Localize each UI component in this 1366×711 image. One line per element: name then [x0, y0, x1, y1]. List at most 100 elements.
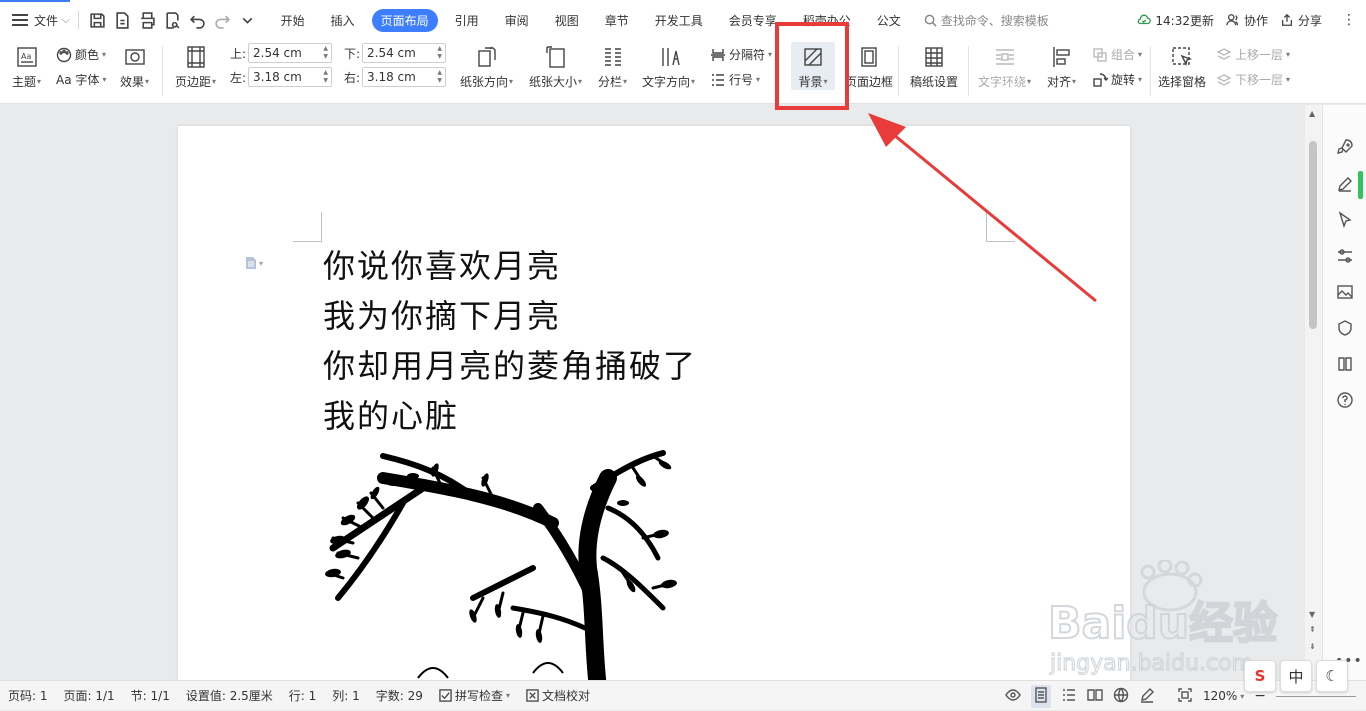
tab-references[interactable]: 引用	[446, 9, 488, 32]
theme-button[interactable]: Aa 主题 ▾	[12, 44, 41, 90]
tab-review[interactable]: 审阅	[496, 9, 538, 32]
spinner-icon[interactable]: ▲ ▼	[437, 69, 442, 85]
collaborate-button[interactable]: 协作	[1226, 12, 1268, 29]
page-number[interactable]: 页码: 1	[0, 687, 56, 704]
send-backward-button[interactable]: 下移一层 ▾	[1216, 71, 1290, 88]
hamburger-icon[interactable]	[12, 14, 28, 26]
image-tool-icon[interactable]	[1335, 282, 1355, 302]
zoom-slider[interactable]	[1276, 695, 1356, 697]
zoom-level[interactable]: 120% ▾	[1203, 689, 1244, 703]
paragraph-options-icon[interactable]: ▾	[245, 256, 263, 270]
collaborate-icon	[1226, 14, 1239, 26]
text-direction-button[interactable]: 文字方向 ▾	[642, 44, 695, 90]
eye-protection-icon[interactable]	[1005, 687, 1021, 706]
sogou-ime-button[interactable]: S	[1244, 660, 1276, 692]
tab-insert[interactable]: 插入	[322, 9, 364, 32]
setting-value[interactable]: 设置值: 2.5厘米	[178, 687, 281, 704]
save-icon[interactable]	[87, 9, 109, 31]
fit-page-icon[interactable]	[1177, 687, 1193, 706]
command-search[interactable]: 查找命令、搜索模板	[924, 12, 1049, 29]
tree-illustration[interactable]	[323, 448, 683, 680]
cloud-sync-status[interactable]: 14:32更新	[1137, 12, 1214, 29]
spell-check-button[interactable]: 拼写检查 ▾	[431, 687, 518, 704]
color-button[interactable]: 颜色 ▾	[56, 46, 106, 63]
quick-access-dropdown-icon[interactable]	[237, 9, 259, 31]
background-button[interactable]: 背景 ▾	[791, 42, 835, 90]
margin-left-field[interactable]: 左: 3.18 cm ▲ ▼	[230, 67, 332, 87]
page-view-icon[interactable]	[1030, 684, 1051, 708]
draft-paper-icon	[921, 44, 947, 70]
more-menu-button[interactable]: ⋮	[1334, 12, 1356, 28]
separator-button[interactable]: 分隔符 ▾	[710, 46, 772, 63]
tab-docer[interactable]: 稻壳办公	[794, 9, 860, 32]
page-count[interactable]: 页面: 1/1	[56, 687, 123, 704]
row-info[interactable]: 行: 1	[281, 687, 325, 704]
spinner-icon[interactable]: ▲ ▼	[437, 45, 442, 61]
tab-page-layout[interactable]: 页面布局	[371, 8, 438, 32]
tab-chapter[interactable]: 章节	[596, 9, 638, 32]
line-number-button[interactable]: 行号 ▾	[710, 71, 760, 88]
page-border-button[interactable]: 页面边框	[845, 44, 893, 90]
shield-icon[interactable]	[1335, 318, 1355, 338]
prev-page-icon[interactable]: ⇞	[1309, 625, 1316, 634]
write-mode-icon[interactable]	[1139, 687, 1155, 706]
share-icon	[1281, 13, 1293, 26]
group-button[interactable]: 组合 ▾	[1092, 46, 1142, 63]
column-info[interactable]: 列: 1	[324, 687, 368, 704]
share-button[interactable]: 分享	[1280, 12, 1322, 29]
print-icon[interactable]	[137, 9, 159, 31]
draft-setting-button[interactable]: 稿纸设置	[910, 44, 958, 90]
doc-proof-button[interactable]: 文档校对	[518, 687, 598, 704]
scroll-down-icon[interactable]: ▼	[1309, 610, 1315, 619]
spinner-icon[interactable]: ▲ ▼	[323, 69, 328, 85]
selection-pane-button[interactable]: 选择窗格	[1158, 44, 1206, 90]
columns-button[interactable]: 分栏 ▾	[598, 44, 627, 90]
margins-button[interactable]: 页边距 ▾	[175, 44, 216, 90]
redo-icon[interactable]	[212, 9, 234, 31]
tab-member[interactable]: 会员专享	[720, 9, 786, 32]
orientation-button[interactable]: 纸张方向 ▾	[460, 44, 513, 90]
vertical-scrollbar[interactable]: ▲ ▼ ⇞ ⇟	[1305, 105, 1322, 680]
next-page-icon[interactable]: ⇟	[1309, 642, 1316, 651]
doc-proof-label: 文档校对	[541, 689, 590, 703]
poem-text[interactable]: 你说你喜欢月亮 我为你摘下月亮 你却用月亮的菱角捅破了 我的心脏	[323, 241, 697, 441]
margin-bottom-field[interactable]: 下: 2.54 cm ▲ ▼	[344, 43, 446, 63]
cursor-icon[interactable]	[1335, 210, 1355, 230]
font-theme-button[interactable]: Aa 字体 ▾	[56, 71, 106, 88]
tab-home[interactable]: 开始	[272, 9, 314, 32]
margin-top-field[interactable]: 上: 2.54 cm ▲ ▼	[230, 43, 332, 63]
file-menu[interactable]: 文件 ⌵	[34, 12, 70, 29]
margin-right-field[interactable]: 右: 3.18 cm ▲ ▼	[344, 67, 446, 87]
text-wrap-button[interactable]: 文字环绕 ▾	[978, 44, 1031, 90]
document-canvas[interactable]: ▾ 你说你喜欢月亮 我为你摘下月亮 你却用月亮的菱角捅破了 我的心脏	[0, 105, 1305, 680]
rocket-icon[interactable]	[1335, 137, 1355, 157]
orientation-label: 纸张方向	[460, 75, 509, 89]
spinner-icon[interactable]: ▲ ▼	[323, 45, 328, 61]
book-icon[interactable]	[1335, 354, 1355, 374]
tab-view[interactable]: 视图	[546, 9, 588, 32]
sliders-icon[interactable]	[1335, 246, 1355, 266]
undo-icon[interactable]	[187, 9, 209, 31]
status-indicator	[1358, 171, 1363, 199]
rotate-button[interactable]: 旋转 ▾	[1092, 71, 1142, 88]
tab-developer[interactable]: 开发工具	[646, 9, 712, 32]
bring-forward-button[interactable]: 上移一层 ▾	[1216, 46, 1290, 63]
effect-button[interactable]: 效果 ▾	[120, 44, 149, 90]
moon-icon[interactable]: ☾	[1316, 660, 1348, 692]
web-view-icon[interactable]	[1113, 687, 1129, 706]
word-count[interactable]: 字数: 29	[368, 687, 431, 704]
help-icon[interactable]	[1335, 390, 1355, 410]
outline-view-icon[interactable]	[1061, 687, 1077, 706]
reading-view-icon[interactable]	[1087, 687, 1103, 706]
paper-size-button[interactable]: 纸张大小 ▾	[529, 44, 582, 90]
scrollbar-thumb[interactable]	[1309, 141, 1317, 329]
pen-icon[interactable]	[1335, 174, 1355, 194]
align-button[interactable]: 对齐 ▾	[1047, 44, 1076, 90]
scroll-up-icon[interactable]: ▲	[1309, 109, 1315, 118]
group-label: 组合	[1111, 48, 1136, 62]
ime-language-button[interactable]: 中	[1280, 660, 1312, 692]
section-info[interactable]: 节: 1/1	[123, 687, 178, 704]
export-pdf-icon[interactable]	[112, 9, 134, 31]
print-preview-icon[interactable]	[162, 9, 184, 31]
tab-official-doc[interactable]: 公文	[868, 9, 910, 32]
